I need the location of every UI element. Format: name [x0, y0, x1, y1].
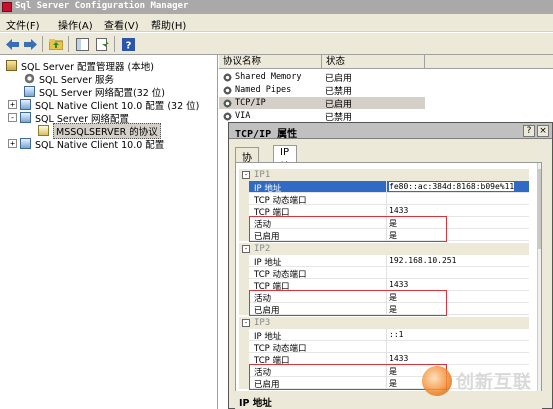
menu-view[interactable]: 查看(V) — [104, 17, 139, 32]
tree-item-label: SQL Native Client 10.0 配置 (32 位) — [35, 100, 200, 112]
protocol-status: 已禁用 — [325, 86, 353, 97]
menu-file[interactable]: 文件(F) — [6, 17, 40, 32]
window-title: Sql Server Configuration Manager — [15, 1, 189, 11]
property-value[interactable]: 192.168.10.251 — [389, 256, 456, 265]
server-config-icon — [6, 60, 17, 71]
list-row-tcp-ip[interactable]: TCP/IP 已启用 — [219, 97, 425, 110]
protocol-icon — [223, 85, 232, 95]
protocol-status: 已启用 — [325, 99, 353, 110]
back-arrow-icon[interactable] — [4, 36, 20, 52]
scrollbar-thumb[interactable] — [538, 169, 541, 249]
list-header: 协议名称 状态 — [219, 55, 553, 69]
column-header-status[interactable]: 状态 — [322, 55, 425, 69]
svg-text:?: ? — [125, 40, 131, 51]
category-row[interactable]: - IP2 — [239, 243, 529, 255]
protocol-name: Shared Memory — [235, 72, 302, 82]
category-label: IP3 — [254, 318, 271, 328]
dialog-title-bar: TCP/IP 属性 ? × — [229, 123, 552, 140]
watermark-text: 创新互联 — [456, 372, 532, 393]
help-button[interactable]: ? — [523, 125, 535, 137]
collapse-minus-icon[interactable]: - — [242, 245, 250, 253]
services-icon — [24, 73, 35, 84]
up-folder-icon[interactable] — [48, 36, 64, 52]
property-row[interactable]: TCP 动态端口 — [239, 193, 529, 206]
protocol-name: TCP/IP — [235, 98, 266, 108]
export-icon[interactable] — [94, 36, 110, 52]
tree-item-network-32[interactable]: SQL Server 网络配置(32 位) — [24, 85, 166, 99]
category-row[interactable]: - IP3 — [239, 317, 529, 329]
protocol-status: 已启用 — [325, 73, 353, 84]
property-row[interactable]: TCP 动态端口 — [239, 267, 529, 280]
tree-item-label: SQL Server 服务 — [39, 74, 114, 86]
protocol-name: Named Pipes — [235, 85, 292, 95]
tree-pane: SQL Server 配置管理器 (本地) SQL Server 服务 SQL … — [0, 55, 218, 409]
list-row-named-pipes[interactable]: Named Pipes 已禁用 — [219, 84, 425, 97]
highlight-box — [249, 364, 447, 390]
tree-item-client[interactable]: + SQL Native Client 10.0 配置 — [8, 137, 165, 151]
protocol-icon — [223, 111, 232, 121]
tree-item-mssqlserver-protocols[interactable]: MSSQLSERVER 的协议 — [38, 122, 161, 139]
property-value[interactable]: fe80::ac:384d:8168:b09e%11 — [389, 182, 515, 191]
tree-item-label: SQL Server 配置管理器 (本地) — [21, 61, 154, 73]
property-row[interactable]: TCP 动态端口 — [239, 341, 529, 354]
protocol-name: VIA — [235, 111, 251, 121]
toolbar: ? — [0, 33, 553, 55]
client-icon — [20, 138, 31, 149]
tab-protocol[interactable]: 协议 — [235, 147, 259, 179]
tree-item-client-32[interactable]: + SQL Native Client 10.0 配置 (32 位) — [8, 98, 200, 112]
list-row-shared-memory[interactable]: Shared Memory 已启用 — [219, 71, 425, 84]
list-row-via[interactable]: VIA 已禁用 — [219, 110, 425, 123]
network-icon — [20, 112, 31, 123]
property-value[interactable]: 1433 — [389, 206, 408, 215]
category-label: IP2 — [254, 244, 271, 254]
logo-icon — [422, 366, 452, 396]
property-row[interactable]: IP 地址 ::1 — [239, 329, 529, 342]
tree-item-root[interactable]: SQL Server 配置管理器 (本地) — [6, 59, 154, 73]
tab-ip-addresses[interactable]: IP 地址 — [273, 145, 297, 188]
category-row[interactable]: - IP1 — [239, 169, 529, 181]
tree-item-services[interactable]: SQL Server 服务 — [24, 72, 114, 86]
tree-item-label: SQL Native Client 10.0 配置 — [35, 139, 165, 151]
description-title: IP 地址 — [239, 398, 272, 409]
title-bar: Sql Server Configuration Manager — [0, 0, 553, 14]
protocol-icon — [223, 72, 232, 82]
menu-bar: 文件(F) 操作(A) 查看(V) 帮助(H) — [0, 14, 553, 32]
column-header-protocol-name[interactable]: 协议名称 — [219, 55, 322, 69]
property-value[interactable]: 1433 — [389, 280, 408, 289]
show-tree-icon[interactable] — [74, 36, 90, 52]
property-row[interactable]: IP 地址 192.168.10.251 — [239, 255, 529, 268]
property-row[interactable]: IP 地址 fe80::ac:384d:8168:b09e%11 — [239, 181, 529, 194]
expand-plus-icon[interactable]: + — [8, 100, 17, 109]
highlight-box — [249, 216, 447, 242]
forward-arrow-icon[interactable] — [22, 36, 38, 52]
watermark-logo: 创新互联 — [422, 364, 550, 404]
menu-action[interactable]: 操作(A) — [58, 17, 93, 32]
tree-item-label: SQL Server 网络配置(32 位) — [39, 87, 166, 99]
close-button[interactable]: × — [537, 125, 549, 137]
network-icon — [24, 86, 35, 97]
property-value[interactable]: 1433 — [389, 354, 408, 363]
expand-plus-icon[interactable]: + — [8, 139, 17, 148]
protocol-icon — [38, 125, 49, 136]
collapse-minus-icon[interactable]: - — [242, 171, 250, 179]
app-icon — [2, 2, 12, 12]
dialog-title: TCP/IP 属性 — [235, 129, 298, 140]
help-icon[interactable]: ? — [120, 36, 136, 52]
category-label: IP1 — [254, 170, 271, 180]
menu-help[interactable]: 帮助(H) — [151, 17, 186, 32]
client-icon — [20, 99, 31, 110]
property-value[interactable]: ::1 — [389, 330, 403, 339]
collapse-minus-icon[interactable]: - — [242, 319, 250, 327]
protocol-icon — [223, 98, 232, 108]
highlight-box — [249, 290, 447, 316]
protocol-status: 已禁用 — [325, 112, 353, 123]
collapse-minus-icon[interactable]: - — [8, 113, 17, 122]
